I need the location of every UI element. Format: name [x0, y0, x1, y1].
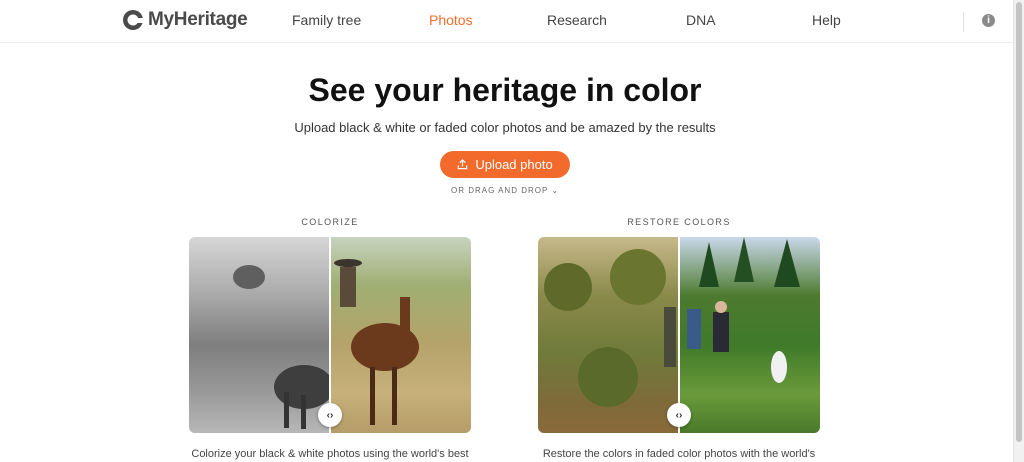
info-icon[interactable]: i: [982, 14, 995, 27]
drag-drop-label: OR DRAG AND DROP: [450, 186, 549, 195]
upload-photo-button[interactable]: Upload photo: [440, 151, 570, 178]
restore-comparison-image[interactable]: ‹›: [538, 237, 820, 433]
faded-garden-illustration: [544, 249, 676, 407]
after-colorized-photo: [330, 237, 471, 433]
nav-dna[interactable]: DNA: [686, 12, 716, 28]
page-subtitle: Upload black & white or faded color phot…: [294, 120, 716, 135]
page-title: See your heritage in color: [308, 72, 702, 108]
colorized-cowboy-illustration: [334, 259, 419, 425]
nav-research[interactable]: Research: [547, 12, 607, 28]
myheritage-logo[interactable]: MyHeritage: [122, 9, 248, 31]
upload-photo-label: Upload photo: [475, 157, 553, 172]
restore-colors-label: RESTORE COLORS: [627, 217, 731, 227]
drag-and-drop-toggle[interactable]: OR DRAG AND DROP ⌄: [0, 186, 1010, 195]
compare-handle-icon[interactable]: ‹›: [667, 403, 691, 427]
myheritage-logo-icon: [123, 10, 144, 30]
restore-colors-caption: Restore the colors in faded color photos…: [542, 448, 816, 460]
restored-garden-illustration: [687, 237, 800, 383]
upload-icon: [458, 159, 468, 170]
nav-help[interactable]: Help: [812, 12, 841, 28]
before-grayscale-photo: [189, 237, 334, 433]
nav-photos[interactable]: Photos: [429, 12, 473, 28]
top-navigation-bar: MyHeritage Family tree Photos Research D…: [0, 0, 1014, 43]
colorize-label: COLORIZE: [301, 217, 359, 227]
grayscale-horse-illustration: [233, 265, 334, 429]
nav-separator: [963, 12, 964, 32]
colorize-caption: Colorize your black & white photos using…: [191, 448, 469, 460]
colorize-comparison-image[interactable]: ‹›: [189, 237, 471, 433]
after-restored-photo: [679, 237, 820, 433]
scrollbar-thumb[interactable]: [1016, 2, 1022, 442]
nav-family-tree[interactable]: Family tree: [292, 12, 361, 28]
compare-handle-icon[interactable]: ‹›: [318, 403, 342, 427]
brand-name: MyHeritage: [148, 9, 248, 30]
chevron-down-icon: ⌄: [551, 186, 560, 195]
page-scrollbar[interactable]: [1013, 0, 1024, 462]
before-faded-photo: [538, 237, 679, 433]
